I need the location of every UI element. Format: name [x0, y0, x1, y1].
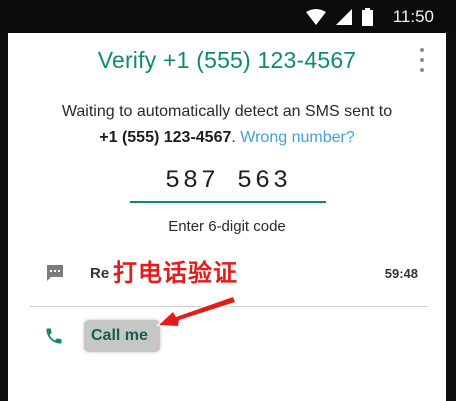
annotation-arrow: [156, 295, 236, 329]
status-time: 11:50: [392, 6, 434, 26]
status-icons: 11:50: [305, 0, 434, 33]
wifi-icon: [305, 8, 326, 25]
signal-icon: [335, 8, 352, 25]
verify-screen: Verify +1 (555) 123-4567 Waiting to auto…: [8, 33, 446, 401]
battery-icon: [361, 7, 373, 26]
status-bar: 11:50: [0, 0, 456, 33]
